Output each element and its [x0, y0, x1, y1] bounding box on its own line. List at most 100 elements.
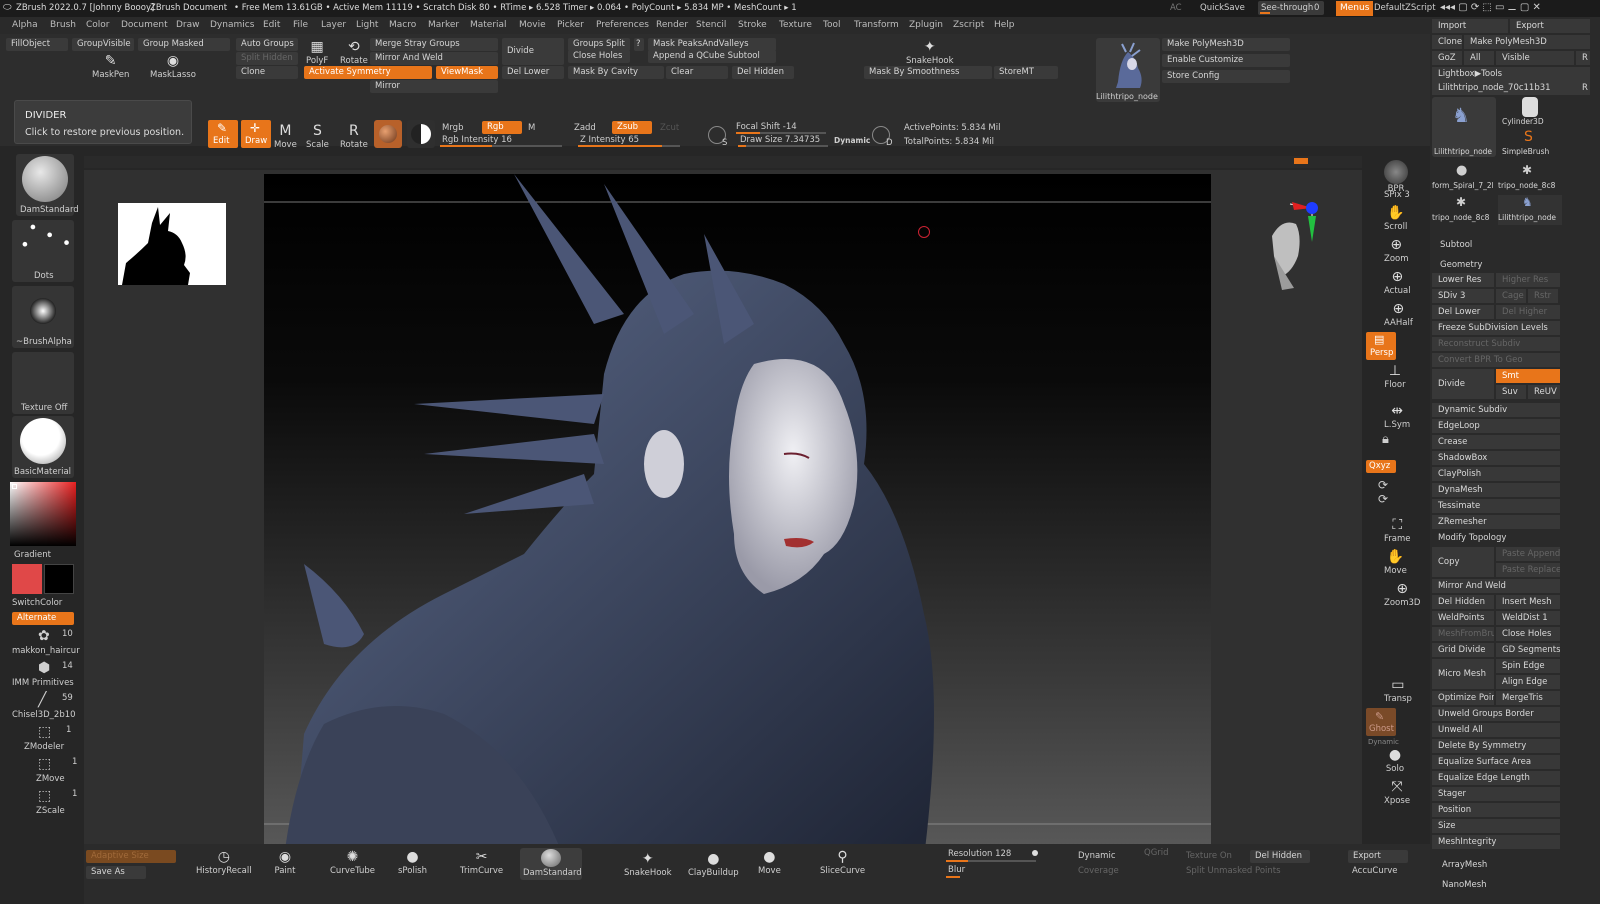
- claybuildup-brush-button[interactable]: ● ClayBuildup: [688, 850, 739, 878]
- micro-mesh-button[interactable]: Micro Mesh: [1432, 659, 1494, 689]
- tool-thumb-simplebrush[interactable]: S SimpleBrush: [1498, 129, 1562, 159]
- goz-button[interactable]: GoZ: [1432, 51, 1462, 65]
- menu-light[interactable]: Light: [356, 20, 378, 30]
- geometry-subpanel-header[interactable]: MeshIntegrity: [1432, 835, 1560, 849]
- geometry-subpanel-item[interactable]: Crease: [1432, 435, 1560, 449]
- geometry-subpanel-item[interactable]: Dynamic Subdiv: [1432, 403, 1560, 417]
- tool-slot-zmodeler[interactable]: ⬚ 1 ZModeler: [10, 724, 80, 756]
- geometry-subpanel-item[interactable]: ShadowBox: [1432, 451, 1560, 465]
- save-as-button[interactable]: Save As: [86, 866, 146, 879]
- lock-icon[interactable]: 🔒︎: [1382, 432, 1389, 447]
- default-zscript-button[interactable]: DefaultZScript: [1374, 3, 1436, 13]
- subtool-header[interactable]: Subtool: [1440, 240, 1472, 250]
- del-higher-button[interactable]: Del Higher: [1496, 305, 1560, 319]
- cage-button[interactable]: Cage: [1496, 289, 1526, 303]
- close-holes-topo-button[interactable]: Close Holes: [1496, 627, 1560, 641]
- texture-selector[interactable]: Texture Off: [12, 352, 74, 414]
- draw-size-slider[interactable]: Draw Size 7.34735: [738, 135, 828, 148]
- bpr-button[interactable]: BPR: [1384, 160, 1408, 194]
- resolution-slider[interactable]: Resolution 128: [946, 848, 1036, 862]
- enable-customize-button[interactable]: Enable Customize: [1162, 54, 1290, 67]
- lightbox-tools-button[interactable]: Lightbox▶Tools: [1432, 67, 1590, 81]
- persp-button[interactable]: ▤ Persp: [1366, 332, 1396, 360]
- tool-slot-chisel[interactable]: ╱ 59 Chisel3D_2b10: [10, 692, 80, 724]
- copy-button[interactable]: Copy: [1432, 547, 1494, 577]
- menu-edit[interactable]: Edit: [263, 20, 280, 30]
- history-recall-button[interactable]: ◷ HistoryRecall: [196, 848, 252, 876]
- geometry-subpanel-item[interactable]: DynaMesh: [1432, 483, 1560, 497]
- tool-slot-zscale[interactable]: ⬚ 1 ZScale: [10, 788, 80, 820]
- sdiv-slider[interactable]: SDiv 3: [1432, 289, 1494, 303]
- alpha-selector[interactable]: ~BrushAlpha: [12, 286, 74, 348]
- spolish-brush-button[interactable]: ● sPolish: [398, 848, 427, 876]
- menu-dynamics[interactable]: Dynamics: [210, 20, 254, 30]
- higher-res-button[interactable]: Higher Res: [1496, 273, 1560, 287]
- damstandard-brush-button[interactable]: DamStandard: [520, 848, 582, 880]
- lower-res-button[interactable]: Lower Res: [1432, 273, 1494, 287]
- edit-mode-button[interactable]: ✎ Edit: [208, 120, 238, 148]
- goz-r-button[interactable]: R: [1576, 51, 1590, 65]
- blur-slider[interactable]: Blur: [946, 864, 986, 878]
- ghost-button[interactable]: ✎ Ghost: [1366, 708, 1396, 736]
- weld-dist-slider[interactable]: WeldDist 1: [1496, 611, 1560, 625]
- menu-preferences[interactable]: Preferences: [596, 20, 649, 30]
- clone-button[interactable]: Clone: [236, 66, 298, 79]
- tool-thumb-tripo-b[interactable]: ✱ tripo_node_8c8: [1432, 195, 1496, 225]
- nanomesh-header[interactable]: NanoMesh: [1442, 880, 1487, 890]
- transp-button[interactable]: ▭ Transp: [1384, 676, 1412, 704]
- help-question-button[interactable]: ?: [634, 38, 644, 51]
- tool-r-button[interactable]: R: [1576, 81, 1590, 95]
- material-sphere-button[interactable]: [374, 120, 402, 148]
- menu-layer[interactable]: Layer: [321, 20, 346, 30]
- menu-render[interactable]: Render: [656, 20, 688, 30]
- export-bottom-button[interactable]: Export: [1348, 850, 1408, 863]
- spix-slider[interactable]: SPix 3: [1384, 190, 1410, 200]
- topology-item[interactable]: Delete By Symmetry: [1432, 739, 1560, 753]
- rstr-button[interactable]: Rstr: [1528, 289, 1558, 303]
- suv-toggle[interactable]: Suv: [1496, 385, 1526, 399]
- alternate-button[interactable]: Alternate: [12, 612, 74, 625]
- menu-file[interactable]: File: [293, 20, 308, 30]
- tool-thumb-lilith[interactable]: ♞ Lilithtripo_node: [1432, 97, 1496, 157]
- adaptive-size-button[interactable]: Adaptive Size: [86, 850, 176, 863]
- main-color-swatch[interactable]: [12, 564, 42, 594]
- spin-edge-button[interactable]: Spin Edge: [1496, 659, 1560, 673]
- mask-by-smoothness-button[interactable]: Mask By Smoothness: [864, 66, 992, 79]
- reconstruct-subdiv-button[interactable]: Reconstruct Subdiv: [1432, 337, 1560, 351]
- dynamic-size-toggle[interactable]: Dynamic: [834, 136, 870, 145]
- zoom3d-button[interactable]: ⊕ Zoom3D: [1384, 580, 1420, 608]
- topology-item[interactable]: Unweld Groups Border: [1432, 707, 1560, 721]
- menu-movie[interactable]: Movie: [519, 20, 546, 30]
- menu-stroke[interactable]: Stroke: [738, 20, 767, 30]
- menus-toggle[interactable]: Menus: [1336, 1, 1374, 16]
- solo-button[interactable]: ● Solo: [1384, 746, 1406, 774]
- splithidden-button[interactable]: Split Hidden: [236, 52, 298, 65]
- geometry-subpanel-header[interactable]: Stager: [1432, 787, 1560, 801]
- rgb-intensity-slider[interactable]: Rgb Intensity 16: [440, 135, 562, 148]
- menu-transform[interactable]: Transform: [854, 20, 899, 30]
- grid-divide-button[interactable]: Grid Divide: [1432, 643, 1494, 657]
- split-unmasked-button[interactable]: Split Unmasked Points: [1186, 866, 1281, 876]
- mirror-and-weld-button[interactable]: Mirror And Weld: [370, 52, 498, 65]
- quicksave-button[interactable]: QuickSave: [1200, 3, 1245, 13]
- del-hidden-bottom-button[interactable]: Del Hidden: [1250, 850, 1310, 863]
- seethrough-slider[interactable]: See-through 0: [1258, 1, 1324, 15]
- lsym-button[interactable]: ⇹ L.Sym: [1384, 402, 1410, 430]
- tool-slot-makkon[interactable]: ✿ 10 makkon_haircur: [10, 628, 80, 660]
- freeze-subdiv-button[interactable]: Freeze SubDivision Levels: [1432, 321, 1560, 335]
- z-intensity-slider[interactable]: Z Intensity 65: [578, 135, 680, 148]
- trimcurve-brush-button[interactable]: ✂ TrimCurve: [460, 848, 503, 876]
- goz-visible-button[interactable]: Visible: [1496, 51, 1574, 65]
- floor-button[interactable]: ⊥ Floor: [1384, 362, 1406, 390]
- stroke-selector[interactable]: • • • • Dots: [12, 217, 76, 282]
- paint-brush-button[interactable]: ◉ Paint: [274, 848, 296, 876]
- masklasso-button[interactable]: ◉ MaskLasso: [150, 52, 196, 80]
- storemt-button[interactable]: StoreMT: [994, 66, 1058, 79]
- focal-shift-slider[interactable]: Focal Shift -14: [736, 122, 826, 135]
- divide-geo-button[interactable]: Divide: [1432, 369, 1494, 399]
- color-picker[interactable]: [10, 482, 76, 546]
- make-polymesh3d-button[interactable]: Make PolyMesh3D: [1162, 38, 1290, 51]
- paste-replace-button[interactable]: Paste Replace: [1496, 563, 1560, 577]
- scale-mode-button[interactable]: S Scale: [306, 122, 329, 150]
- slicecurve-brush-button[interactable]: ⚲ SliceCurve: [820, 848, 865, 876]
